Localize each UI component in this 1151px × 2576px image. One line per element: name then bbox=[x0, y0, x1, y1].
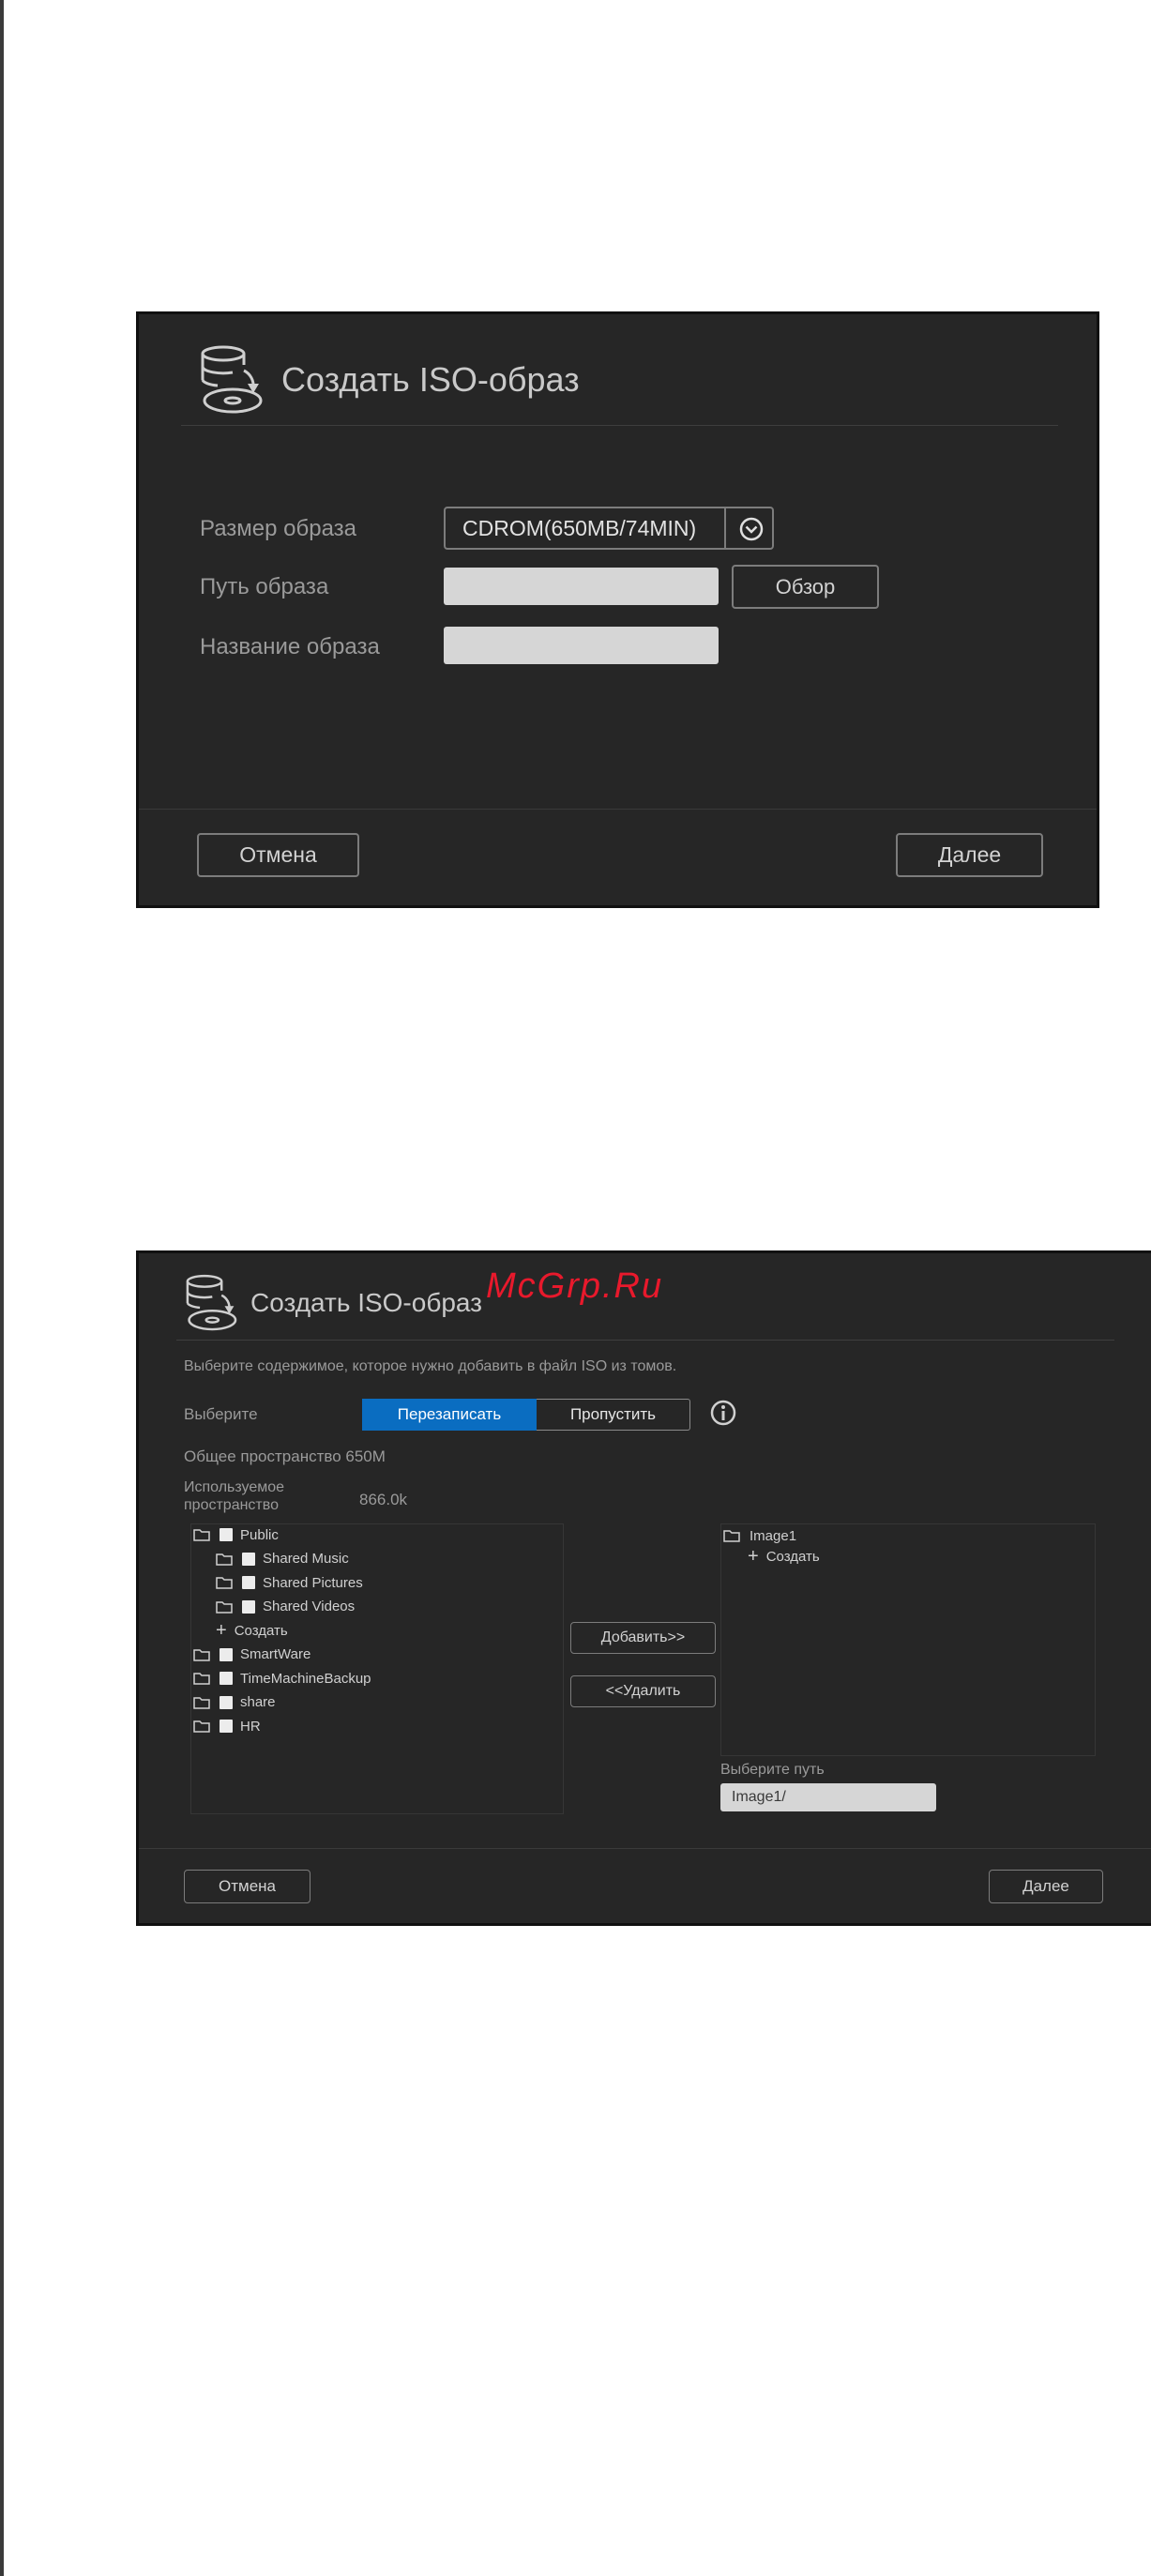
image-size-label: Размер образа bbox=[200, 516, 357, 541]
folder-icon bbox=[193, 1648, 210, 1661]
tree-folder-item[interactable]: SmartWare bbox=[193, 1644, 310, 1665]
dialog-header: Создать ISO-образ bbox=[181, 1272, 482, 1334]
header-divider bbox=[176, 1340, 1114, 1341]
folder-checkbox[interactable] bbox=[220, 1720, 233, 1733]
next-button[interactable]: Далее bbox=[989, 1870, 1103, 1903]
image-path-label: Путь образа bbox=[200, 574, 329, 599]
source-tree-panel: Public Shared Music Shared Pictures Shared … bbox=[190, 1523, 564, 1814]
tree-item-label: share bbox=[240, 1694, 276, 1710]
tree-item-label: Shared Music bbox=[263, 1551, 349, 1567]
folder-checkbox[interactable] bbox=[242, 1552, 255, 1566]
tree-folder-item[interactable]: HR bbox=[193, 1716, 261, 1736]
image-name-input[interactable] bbox=[444, 627, 719, 664]
overwrite-option[interactable]: Перезаписать bbox=[362, 1399, 537, 1431]
image-size-select[interactable]: CDROM(650MB/74MIN) bbox=[444, 507, 774, 550]
tree-create-item[interactable]: + Создать bbox=[216, 1620, 288, 1641]
folder-icon bbox=[216, 1577, 233, 1589]
folder-icon bbox=[216, 1553, 233, 1566]
dest-folder-item[interactable]: Image1 bbox=[723, 1525, 796, 1546]
tree-item-label: Shared Pictures bbox=[263, 1574, 363, 1591]
used-space-value: 866.0k bbox=[359, 1491, 408, 1508]
chevron-down-icon[interactable] bbox=[738, 516, 765, 542]
tree-item-label: Создать bbox=[234, 1622, 288, 1639]
tree-item-label: Shared Videos bbox=[263, 1599, 356, 1614]
folder-icon bbox=[193, 1529, 210, 1541]
plus-icon: + bbox=[216, 1620, 227, 1641]
image-size-value: CDROM(650MB/74MIN) bbox=[462, 515, 697, 540]
dialog-title: Создать ISO-образ bbox=[281, 360, 580, 399]
tree-folder-item[interactable]: Shared Pictures bbox=[216, 1572, 363, 1593]
conflict-mode-toggle: Перезаписать Пропустить bbox=[362, 1399, 690, 1431]
next-button[interactable]: Далее bbox=[896, 833, 1043, 877]
create-iso-dialog-step2: Создать ISO-образ McGrp.Ru Выберите соде… bbox=[136, 1250, 1151, 1926]
footer-divider bbox=[139, 809, 1097, 810]
total-space-text: Общее пространство 650M bbox=[184, 1447, 386, 1465]
used-space-label: Используемое пространство bbox=[184, 1479, 285, 1513]
cancel-button[interactable]: Отмена bbox=[197, 833, 359, 877]
choose-path-label: Выберите путь bbox=[720, 1762, 825, 1778]
tree-folder-item[interactable]: share bbox=[193, 1692, 276, 1713]
dest-create-label: Создать bbox=[765, 1548, 820, 1565]
dialog-title: Создать ISO-образ bbox=[250, 1288, 483, 1317]
image-name-label: Название образа bbox=[200, 634, 380, 659]
image-path-input[interactable] bbox=[444, 568, 719, 605]
folder-icon bbox=[193, 1720, 210, 1733]
footer-divider bbox=[139, 1848, 1151, 1849]
remove-button[interactable]: <<Удалить bbox=[570, 1675, 716, 1707]
tree-folder-item[interactable]: Shared Music bbox=[216, 1549, 349, 1569]
select-divider bbox=[724, 508, 726, 548]
info-icon[interactable] bbox=[709, 1399, 737, 1427]
tree-item-label: SmartWare bbox=[240, 1646, 311, 1662]
header-divider bbox=[181, 425, 1058, 426]
page-left-rule bbox=[0, 0, 4, 2576]
tree-folder-item[interactable]: Public bbox=[193, 1524, 279, 1545]
folder-checkbox[interactable] bbox=[242, 1576, 255, 1589]
folder-checkbox[interactable] bbox=[220, 1528, 233, 1541]
cancel-button[interactable]: Отмена bbox=[184, 1870, 310, 1903]
dest-folder-label: Image1 bbox=[750, 1527, 797, 1544]
tree-folder-item[interactable]: Shared Videos bbox=[216, 1597, 355, 1617]
folder-checkbox[interactable] bbox=[242, 1599, 255, 1614]
tree-item-label: HR bbox=[240, 1718, 261, 1735]
folder-icon bbox=[723, 1530, 740, 1542]
tree-item-label: TimeMachineBackup bbox=[240, 1670, 371, 1687]
dialog-header: Создать ISO-образ bbox=[195, 342, 580, 417]
dest-create-item[interactable]: + Создать bbox=[748, 1546, 820, 1567]
iso-disc-icon bbox=[201, 345, 263, 414]
instruction-text: Выберите содержимое, которое нужно добав… bbox=[184, 1358, 677, 1374]
folder-checkbox[interactable] bbox=[220, 1647, 233, 1661]
skip-option[interactable]: Пропустить bbox=[537, 1399, 690, 1431]
iso-disc-icon bbox=[186, 1274, 237, 1331]
create-iso-dialog-step1: Создать ISO-образ Размер образа CDROM(65… bbox=[136, 311, 1099, 908]
plus-icon: + bbox=[748, 1546, 759, 1567]
folder-icon bbox=[193, 1673, 210, 1685]
destination-tree-panel: Image1 + Создать bbox=[720, 1523, 1096, 1756]
tree-item-label: Public bbox=[240, 1526, 279, 1543]
add-button[interactable]: Добавить>> bbox=[570, 1622, 716, 1654]
path-input[interactable]: Image1/ bbox=[720, 1783, 936, 1811]
browse-button[interactable]: Обзор bbox=[732, 565, 879, 609]
folder-icon bbox=[193, 1696, 210, 1709]
watermark: McGrp.Ru bbox=[486, 1266, 664, 1306]
folder-icon bbox=[216, 1600, 233, 1614]
folder-checkbox[interactable] bbox=[220, 1695, 233, 1709]
folder-checkbox[interactable] bbox=[220, 1672, 233, 1685]
choose-label: Выберите bbox=[184, 1405, 258, 1423]
tree-folder-item[interactable]: TimeMachineBackup bbox=[193, 1668, 371, 1689]
